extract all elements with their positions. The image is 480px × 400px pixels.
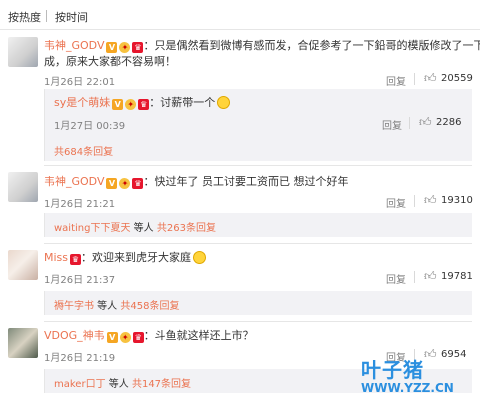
- sort-tabs: 按热度 按时间: [0, 0, 480, 30]
- comment-nick[interactable]: 韦神_GODV: [44, 39, 104, 52]
- vip-icon: ♛: [70, 254, 82, 265]
- thumb-up-icon[interactable]: 👍︎: [424, 269, 437, 284]
- smiley-emoji-icon: [193, 251, 207, 264]
- reply-mid: 等人: [130, 223, 154, 234]
- medal-icon: ✦: [125, 99, 137, 110]
- action-divider: [414, 73, 415, 85]
- more-replies-link[interactable]: 褥午字书 等人 共458条回复: [54, 297, 179, 312]
- thumb-up-icon[interactable]: 👍︎: [424, 71, 437, 86]
- avatar[interactable]: [8, 250, 38, 280]
- vip-icon: ♛: [132, 178, 144, 189]
- comment-time: 1月26日 21:37: [44, 275, 116, 286]
- comment-body-line2: 成，原来大家都不容易啊！: [44, 55, 176, 68]
- comment-time: 1月26日 21:19: [44, 353, 116, 364]
- more-replies-link[interactable]: 共684条回复: [54, 143, 113, 158]
- comment-divider: [44, 321, 472, 322]
- reply-count[interactable]: 共147条回复: [132, 379, 191, 390]
- more-replies-link[interactable]: maker口丁 等人 共147条回复: [54, 375, 191, 390]
- like-count: 20559: [441, 73, 473, 84]
- reply-nick[interactable]: sy是个萌妹: [54, 96, 110, 109]
- medal-icon: ✦: [119, 178, 131, 189]
- comment-text: Miss ♛ ：欢迎来到虎牙大家庭: [44, 251, 207, 265]
- reply-time: 1月27日 00:39: [54, 121, 126, 132]
- reply-text: sy是个萌妹 V ✦ ♛ ：讨薪带一个: [54, 96, 231, 110]
- vip-icon: ♛: [132, 42, 144, 53]
- verified-icon: V: [106, 332, 118, 343]
- like-count: 2286: [436, 117, 462, 128]
- vip-icon: ♛: [132, 332, 144, 343]
- reply-button[interactable]: 回复: [386, 195, 406, 210]
- avatar[interactable]: [8, 172, 38, 202]
- reply-mid: 等人: [94, 301, 118, 312]
- reply-nick[interactable]: maker口丁: [54, 379, 106, 390]
- reply-button[interactable]: 回复: [386, 73, 406, 88]
- comment-text-line2: 成，原来大家都不容易啊！: [44, 55, 176, 69]
- action-divider: [414, 195, 415, 207]
- verified-icon: V: [106, 42, 118, 53]
- comment-nick[interactable]: VDOG_神韦: [44, 329, 105, 342]
- like-count: 19310: [441, 195, 473, 206]
- medal-icon: ✦: [119, 42, 131, 53]
- comment-body: ：斗鱼就这样还上市？: [143, 329, 254, 342]
- vip-icon: ♛: [138, 99, 150, 110]
- watermark-title: 叶子猪: [361, 358, 424, 382]
- reply-button[interactable]: 回复: [382, 117, 402, 132]
- reply-mid: 等人: [105, 379, 129, 390]
- thumb-up-icon[interactable]: 👍︎: [424, 193, 437, 208]
- avatar[interactable]: [8, 37, 38, 67]
- comment-time: 1月26日 22:01: [44, 77, 116, 88]
- reply-count[interactable]: 共263条回复: [157, 223, 216, 234]
- thumb-up-icon[interactable]: 👍︎: [419, 115, 432, 130]
- medal-icon: ✦: [119, 332, 131, 343]
- tab-by-time[interactable]: 按时间: [55, 9, 88, 25]
- reply-body: ：讨薪带一个: [149, 96, 216, 109]
- like-count: 19781: [441, 271, 473, 282]
- comment-nick[interactable]: 韦神_GODV: [44, 175, 104, 188]
- comment-divider: [44, 165, 472, 166]
- action-divider: [414, 271, 415, 283]
- verified-icon: V: [106, 178, 118, 189]
- comment-time: 1月26日 21:21: [44, 199, 116, 210]
- more-replies-link[interactable]: waiting下下夏天 等人 共263条回复: [54, 219, 216, 234]
- watermark-url: WWW.YZZ.CN: [361, 381, 454, 395]
- comment-body: ：只是偶然看到微博有感而发，合促参考了一下鉛哥的模版修改了一下。: [143, 39, 480, 52]
- reply-count[interactable]: 共458条回复: [120, 301, 179, 312]
- watermark-logo: 叶子猪 WWW.YZZ.CN: [355, 352, 477, 398]
- reply-nick[interactable]: waiting下下夏天: [54, 223, 130, 234]
- tab-divider: [46, 10, 47, 22]
- action-divider: [409, 117, 410, 129]
- reply-nick[interactable]: 褥午字书: [54, 301, 94, 312]
- comment-body: ：快过年了 员工讨要工资而已 想过个好年: [143, 175, 349, 188]
- reply-button[interactable]: 回复: [386, 271, 406, 286]
- avatar[interactable]: [8, 328, 38, 358]
- comment-divider: [44, 243, 472, 244]
- comment-body: ：欢迎来到虎牙大家庭: [81, 251, 192, 264]
- verified-icon: V: [112, 99, 124, 110]
- comment-nick[interactable]: Miss: [44, 251, 68, 264]
- comment-text: 韦神_GODV V ✦ ♛ ：只是偶然看到微博有感而发，合促参考了一下鉛哥的模版修改了一…: [44, 39, 480, 53]
- comment-text: VDOG_神韦 V ✦ ♛ ：斗鱼就这样还上市？: [44, 329, 254, 343]
- smiley-emoji-icon: [217, 96, 231, 109]
- tab-by-hot[interactable]: 按热度: [8, 9, 41, 25]
- comment-text: 韦神_GODV V ✦ ♛ ：快过年了 员工讨要工资而已 想过个好年: [44, 175, 348, 189]
